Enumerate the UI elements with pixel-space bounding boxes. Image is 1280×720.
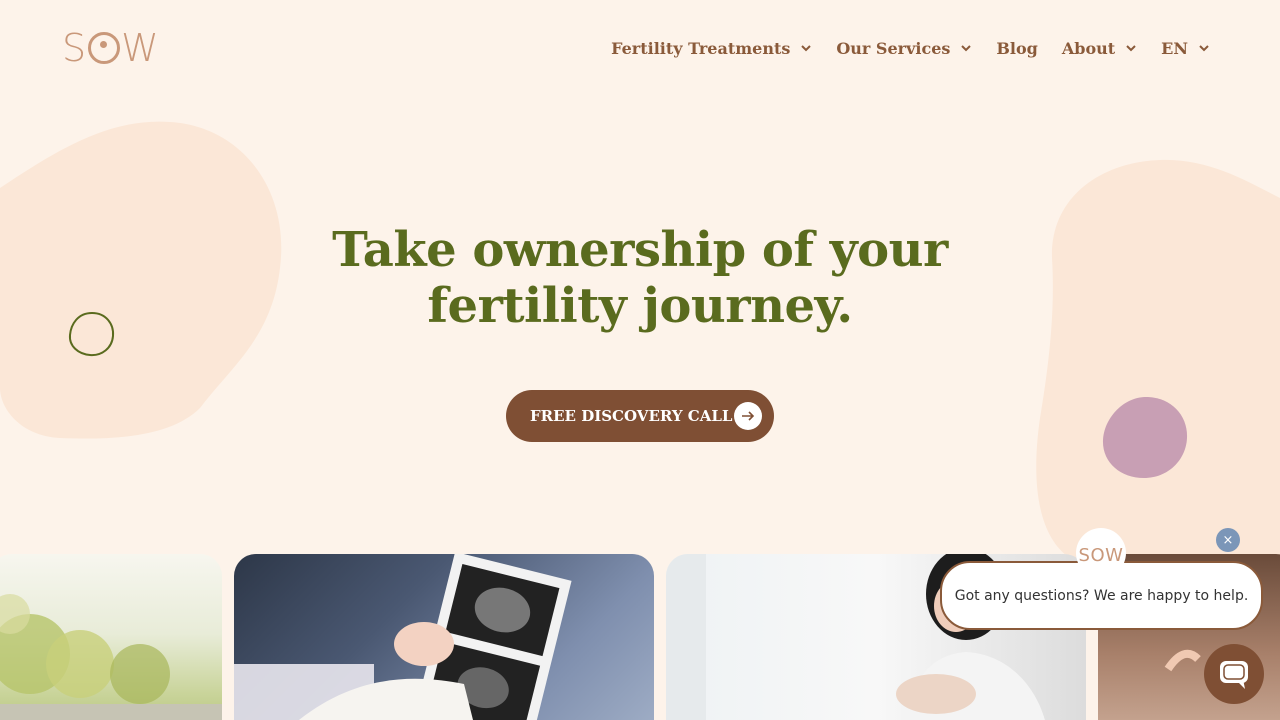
chevron-down-icon: [1199, 45, 1209, 52]
chat-launcher-button[interactable]: [1204, 644, 1264, 704]
chat-avatar: SOW: [1076, 528, 1126, 578]
background-blob-left: [0, 121, 282, 439]
nav-item-label: Our Services: [836, 38, 951, 58]
ultrasound-photo[interactable]: [234, 554, 654, 720]
logo-letter-s: S: [62, 26, 88, 70]
hero-title-line-2: fertility journey.: [427, 278, 853, 334]
arrow-right-icon: [734, 402, 762, 430]
chat-message: Got any questions? We are happy to help.: [954, 587, 1249, 604]
outline-circle-shape: [68, 311, 115, 357]
close-icon: ×: [1222, 532, 1234, 548]
nav-item-label: About: [1061, 38, 1116, 58]
main-nav: Fertility Treatments Our Services Blog A…: [587, 36, 1210, 60]
background-blob-right: [1036, 159, 1280, 558]
nav-item-fertility-treatments[interactable]: Fertility Treatments: [611, 36, 812, 60]
nav-item-label: Fertility Treatments: [611, 38, 791, 58]
ultrasound-illustration: [234, 554, 572, 720]
logo-o-mark: [88, 32, 121, 64]
chat-bubble-icon: [1220, 661, 1248, 689]
hero-title: Take ownership of your fertility journey…: [300, 222, 980, 334]
chevron-down-icon: [961, 45, 972, 52]
park-trees-photo[interactable]: [0, 554, 222, 720]
language-selector[interactable]: EN: [1161, 36, 1210, 60]
language-label: EN: [1161, 38, 1188, 58]
chevron-down-icon: [1126, 45, 1136, 52]
hero-title-line-1: Take ownership of your: [332, 222, 948, 278]
sow-logo[interactable]: S W: [62, 26, 174, 70]
pink-blob-shape: [1102, 396, 1188, 478]
logo-letter-w: W: [121, 26, 160, 70]
chat-close-button[interactable]: ×: [1216, 528, 1240, 552]
nav-item-about[interactable]: About: [1062, 36, 1137, 60]
chat-avatar-text: SOW: [1078, 545, 1124, 566]
free-discovery-call-button[interactable]: FREE DISCOVERY CALL: [506, 390, 774, 442]
site-header: S W Fertility Treatments Our Services Bl…: [0, 0, 1280, 96]
chevron-down-icon: [801, 45, 812, 52]
nav-item-blog[interactable]: Blog: [996, 36, 1037, 60]
nav-item-our-services[interactable]: Our Services: [836, 36, 972, 60]
trees-illustration: [0, 594, 222, 720]
nav-item-label: Blog: [996, 38, 1038, 58]
cta-label: FREE DISCOVERY CALL: [530, 407, 733, 425]
